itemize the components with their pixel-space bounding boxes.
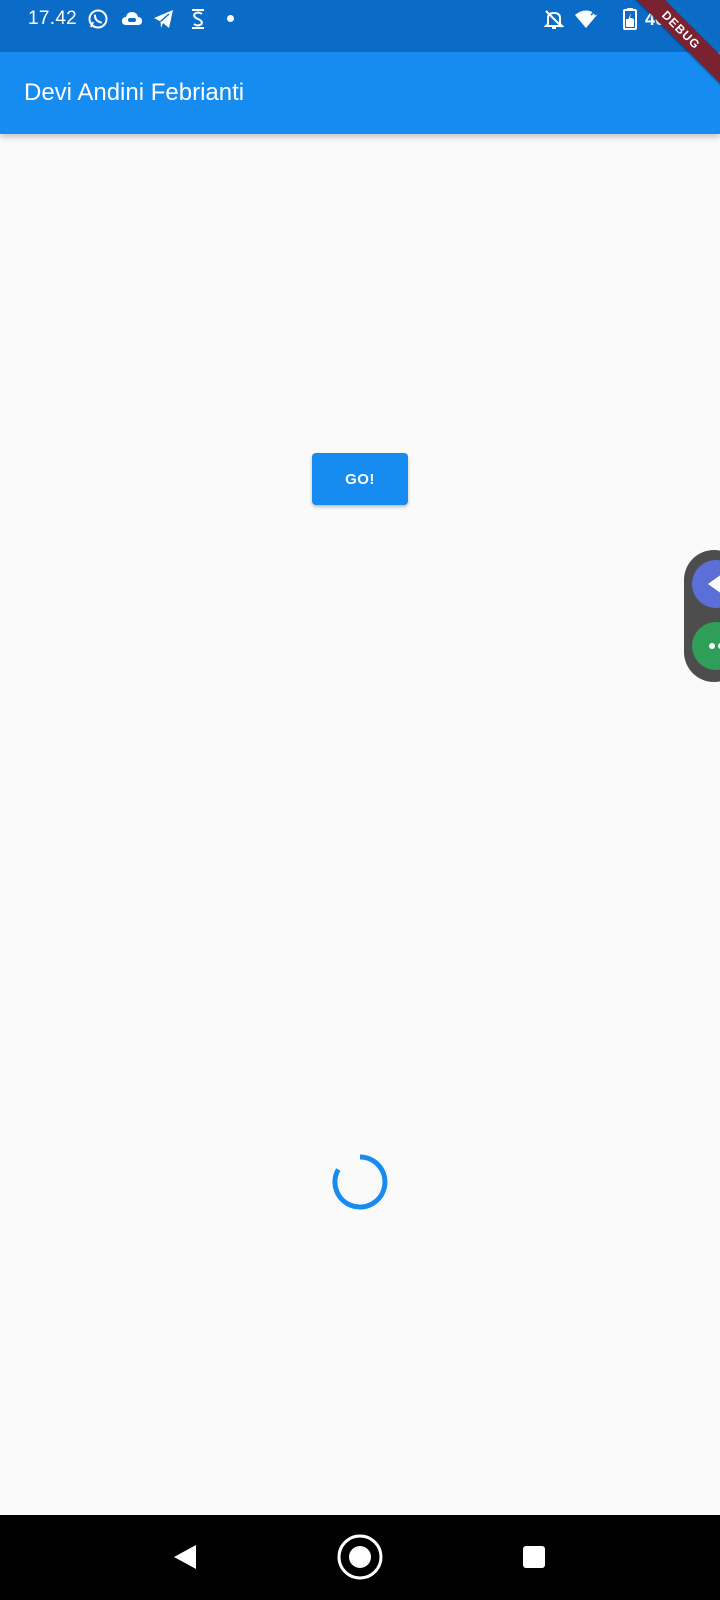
whatsapp-icon bbox=[86, 7, 110, 31]
telegram-icon bbox=[152, 7, 176, 31]
nav-recents-button[interactable] bbox=[514, 1537, 554, 1577]
side-widget-back-button[interactable] bbox=[692, 560, 720, 608]
home-circle-icon bbox=[336, 1534, 384, 1585]
app-bar: Devi Andini Febrianti bbox=[0, 52, 720, 134]
nav-home-button[interactable] bbox=[336, 1533, 384, 1581]
loading-spinner bbox=[330, 1152, 390, 1212]
side-widget-more-button[interactable] bbox=[692, 622, 720, 670]
status-time: 17.42 bbox=[28, 8, 78, 29]
back-triangle-icon bbox=[166, 1545, 206, 1581]
status-bar: 17.42 bbox=[0, 0, 720, 52]
mute-bell-icon bbox=[542, 7, 566, 31]
app-screen: 17.42 Devi Andini Febrianti DEBUG GO! bbox=[0, 0, 720, 1600]
back-arrow-icon bbox=[692, 575, 720, 608]
more-notifications-dot bbox=[227, 15, 234, 22]
recents-square-icon bbox=[514, 1546, 554, 1581]
wifi-icon bbox=[574, 7, 598, 31]
navigation-bar bbox=[0, 1515, 720, 1600]
floating-side-widget[interactable] bbox=[684, 550, 720, 682]
s-app-icon bbox=[186, 7, 210, 31]
nav-back-button[interactable] bbox=[166, 1537, 206, 1577]
more-dots-icon bbox=[692, 643, 720, 670]
battery-icon bbox=[622, 7, 640, 31]
go-button[interactable]: GO! bbox=[312, 453, 408, 505]
page-title: Devi Andini Febrianti bbox=[24, 79, 245, 106]
cloud-game-icon bbox=[120, 7, 144, 31]
